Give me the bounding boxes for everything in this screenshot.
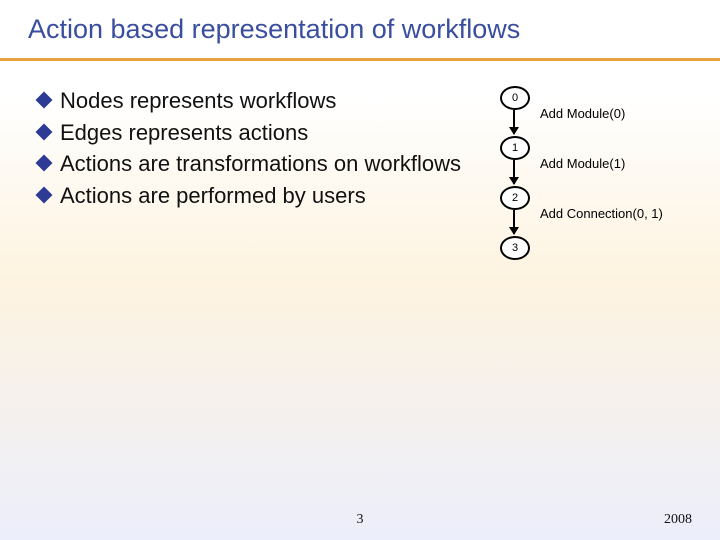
diagram-edge: [513, 160, 515, 184]
diagram-node: 2: [500, 186, 530, 210]
list-item: Nodes represents workflows: [38, 86, 468, 116]
slide: Action based representation of workflows…: [0, 0, 720, 540]
diagram-edge-label: Add Module(1): [540, 156, 625, 171]
diamond-bullet-icon: [36, 187, 53, 204]
diagram-node: 1: [500, 136, 530, 160]
year-label: 2008: [664, 512, 692, 528]
bullet-text: Edges represents actions: [60, 118, 308, 148]
diamond-bullet-icon: [36, 123, 53, 140]
list-item: Actions are performed by users: [38, 181, 468, 211]
diagram-node: 0: [500, 86, 530, 110]
diamond-bullet-icon: [36, 92, 53, 109]
diagram-edge: [513, 110, 515, 134]
slide-title: Action based representation of workflows: [28, 14, 700, 45]
bullet-list: Nodes represents workflows Edges represe…: [38, 86, 468, 213]
title-underline: [0, 58, 720, 61]
diamond-bullet-icon: [36, 155, 53, 172]
list-item: Actions are transformations on workflows: [38, 149, 468, 179]
diagram-edge: [513, 210, 515, 234]
list-item: Edges represents actions: [38, 118, 468, 148]
diagram-node: 3: [500, 236, 530, 260]
page-number: 3: [0, 512, 720, 528]
bullet-text: Nodes represents workflows: [60, 86, 336, 116]
diagram-edge-label: Add Connection(0, 1): [540, 206, 663, 221]
workflow-diagram: 0 Add Module(0) 1 Add Module(1) 2 Add Co…: [500, 86, 710, 366]
bullet-text: Actions are transformations on workflows: [60, 149, 461, 179]
diagram-edge-label: Add Module(0): [540, 106, 625, 121]
bullet-text: Actions are performed by users: [60, 181, 366, 211]
